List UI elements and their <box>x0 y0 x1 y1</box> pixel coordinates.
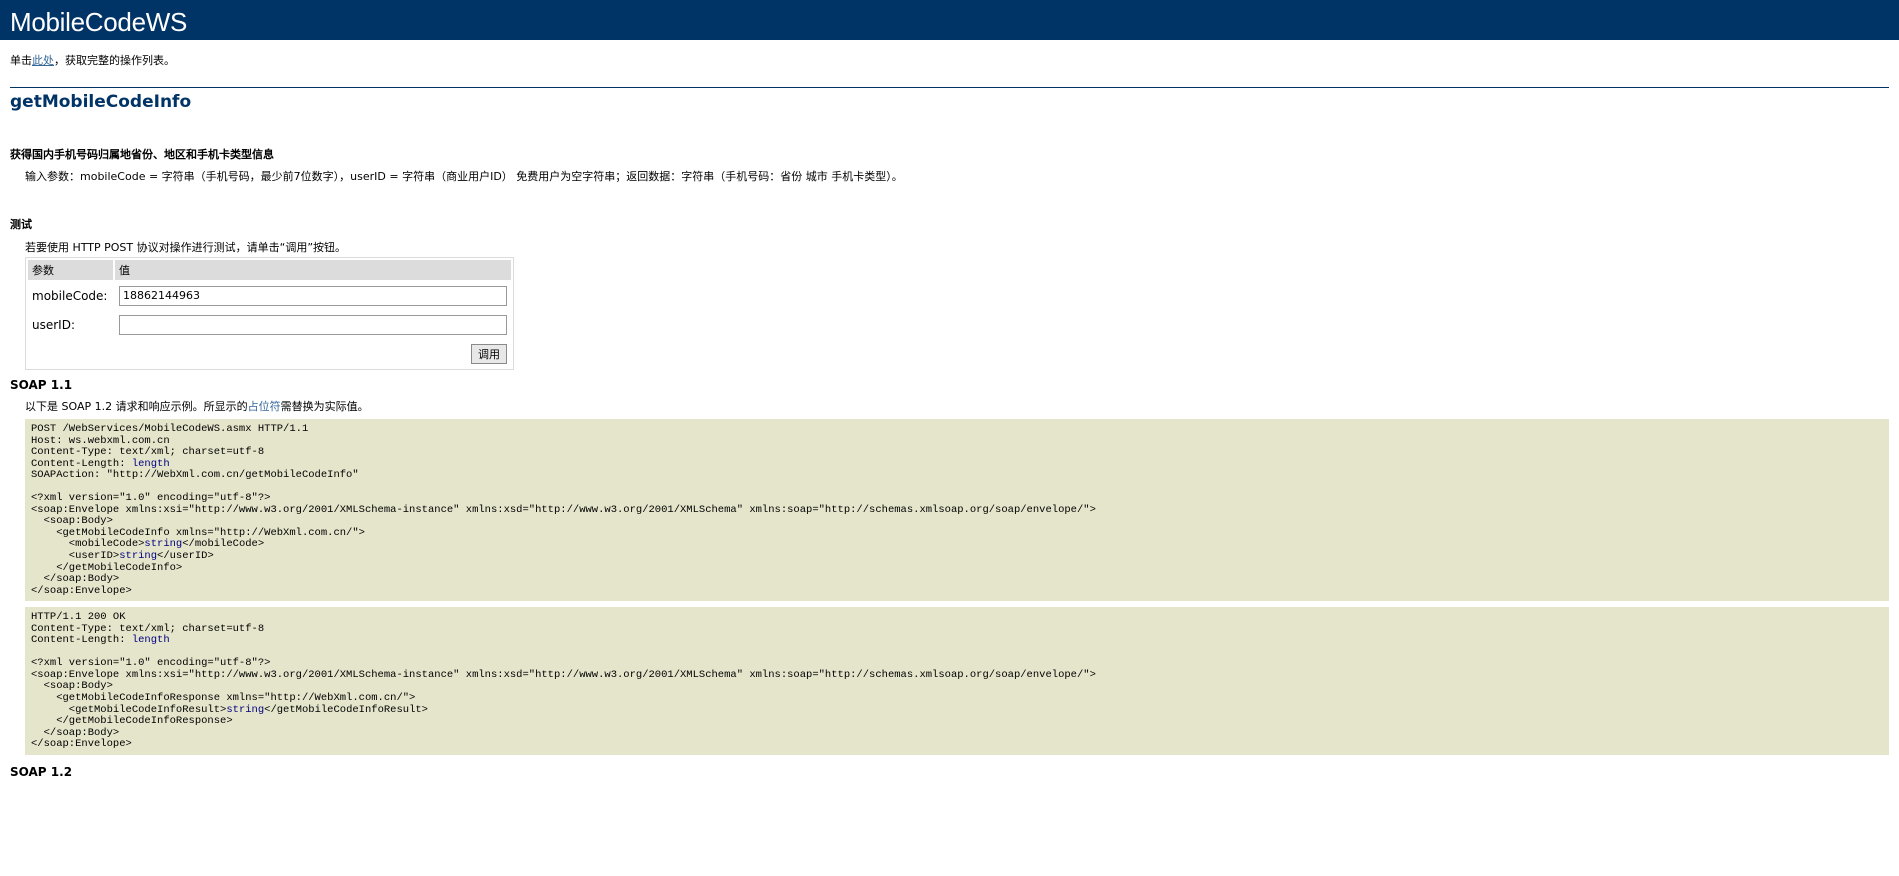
test-instructions: 若要使用 HTTP POST 协议对操作进行测试，请单击“调用”按钮。 <box>25 241 347 254</box>
code-line: SOAPAction: "http://WebXml.com.cn/getMob… <box>31 469 359 481</box>
code-line: <soap:Body> <box>31 515 113 528</box>
code-text: </getMobileCodeInfoResponse> <box>31 715 233 728</box>
code-text: </userID> <box>157 550 214 563</box>
param-row-userid: userID: <box>28 311 511 338</box>
code-line: Content-Type: text/xml; charset=utf-8 <box>31 623 264 635</box>
section-divider <box>10 87 1889 88</box>
code-line: Content-Length: length <box>31 634 170 647</box>
operation-title: getMobileCodeInfo <box>10 92 192 112</box>
code-line: </soap:Envelope> <box>31 585 132 597</box>
param-label-userid: userID: <box>32 317 75 332</box>
code-line: </getMobileCodeInfo> <box>31 562 182 574</box>
mobilecode-input[interactable] <box>119 285 507 306</box>
code-line: <?xml version="1.0" encoding="utf-8"?> <box>31 492 271 505</box>
code-line: </soap:Body> <box>31 573 120 586</box>
code-text: </getMobileCodeInfo> <box>31 561 183 574</box>
main-content: 单击此处，获取完整的操作列表。 getMobileCodeInfo 获得国内手机… <box>0 54 1899 779</box>
code-line: </soap:Envelope> <box>31 738 132 750</box>
code-placeholder: length <box>131 634 170 647</box>
code-text: Host: ws.webxml.com.cn <box>31 434 170 447</box>
intro-suffix: ，获取完整的操作列表。 <box>54 54 175 67</box>
operations-list-link[interactable]: 此处 <box>32 54 54 67</box>
code-text: </soap:Envelope> <box>31 584 132 597</box>
soap11-response-sample: HTTP/1.1 200 OK Content-Type: text/xml; … <box>25 607 1889 755</box>
test-form-table: 参数 值 mobileCode: userID: 调用 <box>25 257 514 370</box>
soap11-note-prefix: 以下是 SOAP 1.2 请求和响应示例。所显示的 <box>25 400 248 413</box>
code-line: <soap:Envelope xmlns:xsi="http://www.w3.… <box>31 669 1096 681</box>
param-row-mobilecode: mobileCode: <box>28 282 511 309</box>
code-text: SOAPAction: "http://WebXml.com.cn/getMob… <box>31 469 359 482</box>
soap11-note-suffix: 需替换为实际值。 <box>280 400 369 413</box>
code-line: <userID>string</userID> <box>31 550 214 562</box>
code-placeholder: length <box>131 457 170 470</box>
param-column-header: 参数 <box>28 260 113 280</box>
test-form-header-row: 参数 值 <box>28 260 511 280</box>
code-line: </getMobileCodeInfoResponse> <box>31 715 233 728</box>
code-text: <?xml version="1.0" encoding="utf-8"?> <box>31 492 271 505</box>
code-line: <soap:Envelope xmlns:xsi="http://www.w3.… <box>31 504 1096 516</box>
code-text: <soap:Body> <box>31 515 113 528</box>
userid-input[interactable] <box>119 314 507 335</box>
operation-description-title: 获得国内手机号码归属地省份、地区和手机卡类型信息 <box>10 148 274 161</box>
code-text: Content-Type: text/xml; charset=utf-8 <box>31 446 265 459</box>
code-line: <?xml version="1.0" encoding="utf-8"?> <box>31 657 271 670</box>
soap11-request-sample: POST /WebServices/MobileCodeWS.asmx HTTP… <box>25 419 1889 602</box>
test-section-title: 测试 <box>10 218 32 231</box>
param-label-mobilecode: mobileCode: <box>32 288 108 303</box>
code-line: <mobileCode>string</mobileCode> <box>31 538 265 551</box>
code-line: Content-Type: text/xml; charset=utf-8 <box>31 446 264 458</box>
intro-text: 单击此处，获取完整的操作列表。 <box>10 54 1889 68</box>
code-text: <?xml version="1.0" encoding="utf-8"?> <box>31 657 271 670</box>
code-text: Content-Length: <box>31 457 132 470</box>
code-text: </soap:Body> <box>31 573 120 586</box>
code-line: POST /WebServices/MobileCodeWS.asmx HTTP… <box>31 423 308 435</box>
code-text: <getMobileCodeInfoResult> <box>31 703 227 716</box>
soap12-section-title: SOAP 1.2 <box>10 764 73 779</box>
service-title: MobileCodeWS <box>10 7 188 37</box>
code-line: <getMobileCodeInfo xmlns="http://WebXml.… <box>31 527 365 539</box>
code-text: <mobileCode> <box>31 538 145 551</box>
service-banner: MobileCodeWS <box>0 0 1899 40</box>
code-placeholder: string <box>119 550 158 563</box>
code-line: </soap:Body> <box>31 726 120 739</box>
code-line: <getMobileCodeInfoResult>string</getMobi… <box>31 704 428 716</box>
code-placeholder: string <box>226 703 265 716</box>
soap11-section-title: SOAP 1.1 <box>10 378 73 392</box>
soap11-note-placeholder: 占位符 <box>247 400 281 413</box>
code-text: <getMobileCodeInfoResponse xmlns="http:/… <box>31 692 416 705</box>
code-text: </mobileCode> <box>182 538 265 551</box>
invoke-row: 调用 <box>28 340 511 367</box>
code-text: <soap:Envelope xmlns:xsi="http://www.w3.… <box>31 668 1096 681</box>
code-line: HTTP/1.1 200 OK <box>31 611 126 623</box>
code-text: POST /WebServices/MobileCodeWS.asmx HTTP… <box>31 423 309 435</box>
code-line: <soap:Body> <box>31 680 113 693</box>
soap11-note: 以下是 SOAP 1.2 请求和响应示例。所显示的占位符需替换为实际值。 <box>25 400 1889 414</box>
value-column-header: 值 <box>115 260 511 280</box>
code-text: Content-Length: <box>31 634 132 647</box>
code-text: </soap:Body> <box>31 726 120 739</box>
code-text: Content-Type: text/xml; charset=utf-8 <box>31 622 265 635</box>
code-text: <userID> <box>31 550 120 563</box>
code-text: <soap:Body> <box>31 680 113 693</box>
code-text: </getMobileCodeInfoResult> <box>264 703 428 716</box>
code-text: </soap:Envelope> <box>31 738 132 751</box>
operation-description-text: 输入参数：mobileCode = 字符串（手机号码，最少前7位数字），user… <box>25 170 903 183</box>
code-text: <getMobileCodeInfo xmlns="http://WebXml.… <box>31 526 365 539</box>
code-text: <soap:Envelope xmlns:xsi="http://www.w3.… <box>31 503 1096 516</box>
code-line: Host: ws.webxml.com.cn <box>31 435 170 447</box>
invoke-button[interactable]: 调用 <box>471 343 507 364</box>
code-placeholder: string <box>144 538 183 551</box>
intro-prefix: 单击 <box>10 54 32 67</box>
code-line: Content-Length: length <box>31 458 170 470</box>
code-text: HTTP/1.1 200 OK <box>31 611 126 624</box>
code-line: <getMobileCodeInfoResponse xmlns="http:/… <box>31 692 415 704</box>
